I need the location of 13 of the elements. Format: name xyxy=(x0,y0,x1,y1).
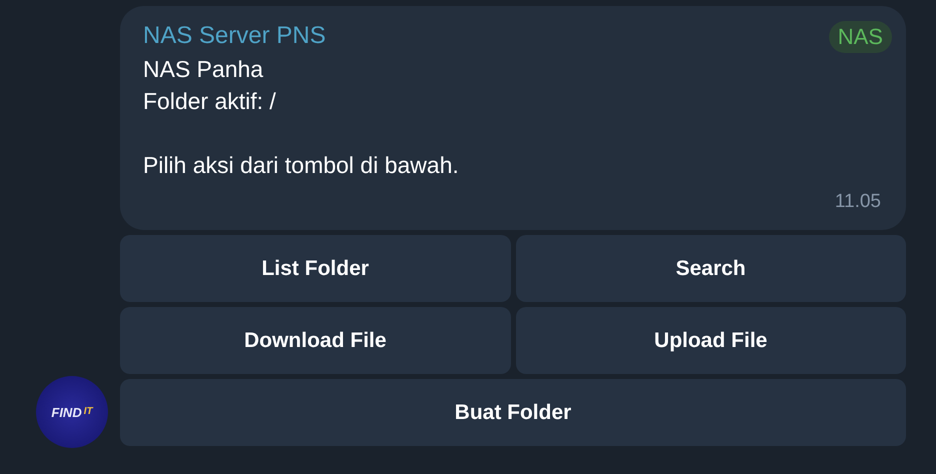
keyboard-button[interactable]: Search xyxy=(516,235,906,302)
sender-name: NAS Server PNS xyxy=(143,21,326,51)
logo-text: FIND xyxy=(51,406,82,418)
keyboard-button[interactable]: Buat Folder xyxy=(120,379,906,446)
message-text: NAS Panha xyxy=(143,55,264,84)
message-text: Folder aktif: / xyxy=(143,87,276,116)
keyboard-button[interactable]: Upload File xyxy=(516,307,906,374)
tag-badge: NAS xyxy=(828,21,892,53)
message-text: Pilih aksi dari tombol di bawah. xyxy=(143,151,459,180)
logo-text: IT xyxy=(84,407,93,417)
keyboard-button[interactable]: Download File xyxy=(120,307,510,374)
keyboard-button[interactable]: List Folder xyxy=(120,235,510,302)
message-time: 11.05 xyxy=(834,190,881,214)
